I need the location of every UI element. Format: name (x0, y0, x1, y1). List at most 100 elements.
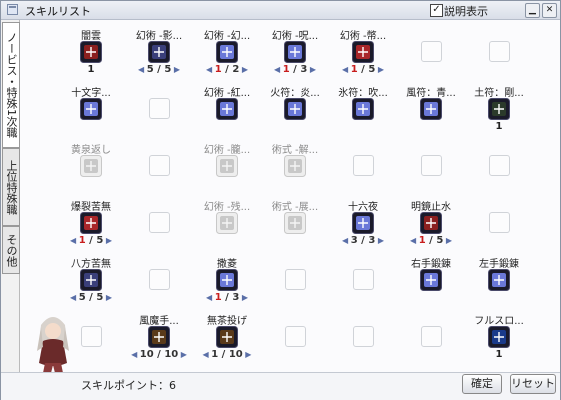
character-portrait-icon (37, 317, 69, 373)
level-up-arrow-icon[interactable]: ▶ (375, 65, 384, 74)
skill-cell[interactable]: 幻術 -朧... (194, 141, 260, 199)
confirm-button[interactable]: 確定 (462, 374, 502, 394)
skill-name-label: 左手鍛錬 (479, 259, 519, 270)
current-level: 1 (418, 235, 426, 246)
level-down-arrow-icon[interactable]: ◀ (206, 65, 215, 74)
skill-icon[interactable] (352, 212, 374, 234)
skill-icon[interactable] (420, 212, 442, 234)
skill-cell[interactable]: 十文字... (58, 84, 124, 142)
skill-cell[interactable]: 氷符：吹... (330, 84, 396, 142)
skill-level-control: ◀ 1 / 3 ▶ (194, 292, 260, 303)
skill-icon[interactable] (352, 41, 374, 63)
empty-skill-slot (489, 41, 510, 62)
skill-level-control: ◀ 1 / 5 ▶ (330, 64, 396, 75)
skill-icon[interactable] (216, 326, 238, 348)
level-down-arrow-icon[interactable]: ◀ (410, 236, 419, 245)
window-icon (7, 4, 18, 15)
skill-unlearned-icon[interactable] (284, 212, 306, 234)
skill-cell (126, 84, 192, 142)
skill-cell[interactable]: 火符：炎... (262, 84, 328, 142)
level-up-arrow-icon[interactable]: ▶ (239, 65, 248, 74)
level-down-arrow-icon[interactable]: ◀ (70, 236, 79, 245)
skill-unlearned-icon[interactable] (284, 155, 306, 177)
skill-cell[interactable]: 幻術 -幻... ◀ 1 / 2 ▶ (194, 27, 260, 85)
skill-icon[interactable] (488, 98, 510, 120)
skill-unlearned-icon[interactable] (80, 155, 102, 177)
level-down-arrow-icon[interactable]: ◀ (342, 65, 351, 74)
skill-icon[interactable] (148, 41, 170, 63)
tab-advanced-special[interactable]: 上位特殊職 (2, 148, 20, 226)
close-button[interactable]: ✕ (542, 3, 557, 18)
skill-cell[interactable]: 術式 -解... (262, 141, 328, 199)
level-up-arrow-icon[interactable]: ▶ (103, 236, 112, 245)
skill-cell[interactable]: 闇雲 1 (58, 27, 124, 85)
skill-icon[interactable] (488, 326, 510, 348)
skill-icon[interactable] (80, 212, 102, 234)
level-down-arrow-icon[interactable]: ◀ (70, 293, 79, 302)
skill-cell[interactable]: 十六夜 ◀ 3 / 3 ▶ (330, 198, 396, 256)
empty-skill-slot (149, 155, 170, 176)
skill-icon[interactable] (216, 41, 238, 63)
skill-cell[interactable]: 風魔手... ◀ 10 / 10 ▶ (126, 312, 192, 370)
skill-icon[interactable] (80, 98, 102, 120)
current-level: 10 (139, 349, 154, 360)
level-up-arrow-icon[interactable]: ▶ (103, 293, 112, 302)
minimize-button[interactable]: ▁ (525, 3, 540, 18)
level-up-arrow-icon[interactable]: ▶ (239, 293, 248, 302)
empty-skill-slot (285, 326, 306, 347)
skill-cell[interactable]: 右手鍛錬 (398, 255, 464, 313)
skill-cell (330, 312, 396, 370)
skill-level: 1 (495, 121, 503, 132)
skill-cell[interactable]: 無茶投げ ◀ 1 / 10 ▶ (194, 312, 260, 370)
skill-cell[interactable]: 術式 -展... (262, 198, 328, 256)
level-down-arrow-icon[interactable]: ◀ (206, 293, 215, 302)
level-down-arrow-icon[interactable]: ◀ (274, 65, 283, 74)
level-up-arrow-icon[interactable]: ▶ (171, 65, 180, 74)
tab-novice-special-first[interactable]: ノービス・特殊1次職 (2, 22, 20, 148)
level-separator: / (221, 64, 233, 75)
skill-cell[interactable]: 幻術 -影... ◀ 5 / 5 ▶ (126, 27, 192, 85)
skill-icon[interactable] (420, 269, 442, 291)
level-up-arrow-icon[interactable]: ▶ (375, 236, 384, 245)
skill-icon[interactable] (284, 41, 306, 63)
level-up-arrow-icon[interactable]: ▶ (443, 236, 452, 245)
skill-cell[interactable]: 幻術 -紅... (194, 84, 260, 142)
skill-unlearned-icon[interactable] (216, 212, 238, 234)
skill-icon[interactable] (420, 98, 442, 120)
skill-cell[interactable]: 黄泉返し (58, 141, 124, 199)
level-down-arrow-icon[interactable]: ◀ (131, 350, 140, 359)
level-down-arrow-icon[interactable]: ◀ (342, 236, 351, 245)
skill-cell[interactable]: 風符：青... (398, 84, 464, 142)
skill-icon[interactable] (488, 269, 510, 291)
skill-icon[interactable] (148, 326, 170, 348)
skill-icon[interactable] (80, 269, 102, 291)
skill-cell[interactable]: 明鏡止水 ◀ 1 / 5 ▶ (398, 198, 464, 256)
skill-cell[interactable]: 八方苦無 ◀ 5 / 5 ▶ (58, 255, 124, 313)
level-up-arrow-icon[interactable]: ▶ (307, 65, 316, 74)
show-description-checkbox[interactable]: ✓ (430, 4, 443, 17)
skill-icon[interactable] (284, 98, 306, 120)
skill-cell[interactable]: 幻術 -呪... ◀ 1 / 3 ▶ (262, 27, 328, 85)
skill-unlearned-icon[interactable] (216, 155, 238, 177)
skill-cell[interactable]: 撒菱 ◀ 1 / 3 ▶ (194, 255, 260, 313)
empty-skill-slot (353, 269, 374, 290)
level-up-arrow-icon[interactable]: ▶ (178, 350, 187, 359)
skill-cell[interactable]: 幻術 -幣... ◀ 1 / 5 ▶ (330, 27, 396, 85)
skill-icon[interactable] (216, 98, 238, 120)
skill-cell[interactable]: 土符：剛... 1 (466, 84, 532, 142)
skill-cell[interactable]: フルスロ... 1 (466, 312, 532, 370)
title-bar[interactable]: スキルリスト ✓ 説明表示 ▁ ✕ (1, 1, 560, 20)
level-down-arrow-icon[interactable]: ◀ (203, 350, 212, 359)
level-separator: / (289, 64, 301, 75)
skill-icon[interactable] (352, 98, 374, 120)
tab-other[interactable]: その他 (2, 226, 20, 274)
skill-cell[interactable]: 爆裂苦無 ◀ 1 / 5 ▶ (58, 198, 124, 256)
skill-icon[interactable] (216, 269, 238, 291)
skill-cell[interactable]: 左手鍛錬 (466, 255, 532, 313)
reset-button[interactable]: リセット (510, 374, 556, 394)
level-up-arrow-icon[interactable]: ▶ (243, 350, 251, 359)
current-level: 1 (214, 64, 222, 75)
level-down-arrow-icon[interactable]: ◀ (138, 65, 147, 74)
skill-cell[interactable]: 幻術 -残... (194, 198, 260, 256)
skill-icon[interactable] (80, 41, 102, 63)
